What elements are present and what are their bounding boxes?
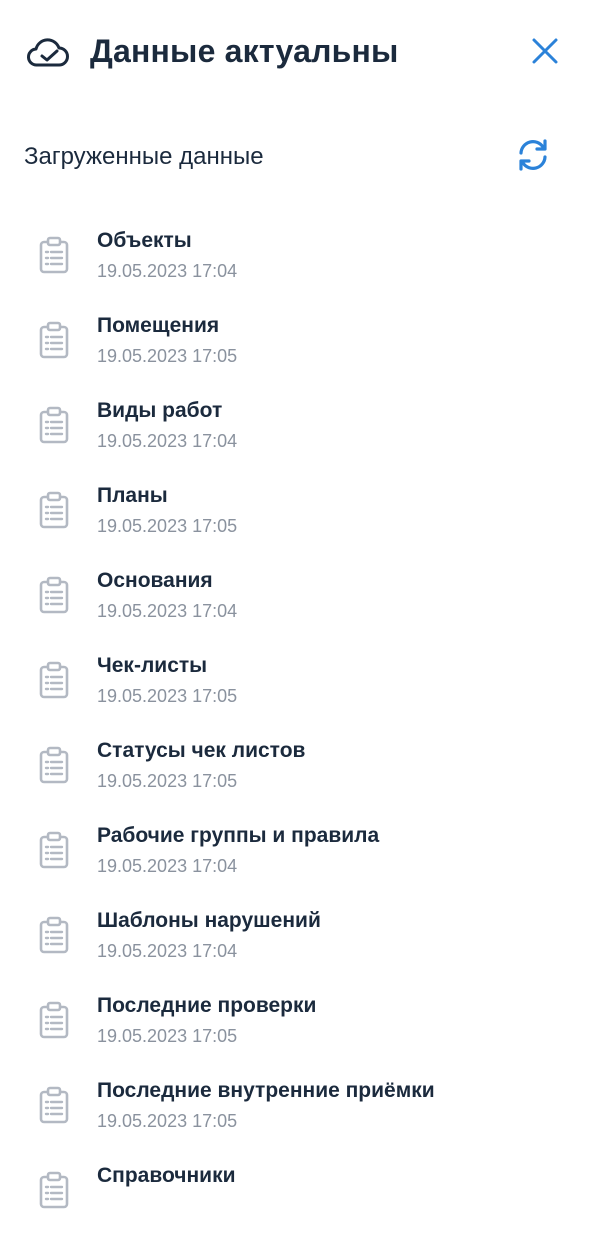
list-item-name: Последние проверки <box>97 994 317 1017</box>
page-title: Данные актуальны <box>90 33 399 69</box>
header: Данные актуальны <box>0 0 591 108</box>
clipboard-icon <box>39 406 69 444</box>
list-item-name: Помещения <box>97 314 220 337</box>
clipboard-icon <box>39 746 69 784</box>
list-item[interactable]: Шаблоны нарушений 19.05.2023 17:04 <box>0 894 591 979</box>
list-item[interactable]: Помещения 19.05.2023 17:05 <box>0 299 591 384</box>
cloud-check-icon <box>27 38 69 67</box>
refresh-icon[interactable] <box>514 136 552 174</box>
list-item-name: Шаблоны нарушений <box>97 909 321 932</box>
clipboard-icon <box>39 236 69 274</box>
clipboard-icon <box>39 491 69 529</box>
list-item[interactable]: Чек-листы 19.05.2023 17:05 <box>0 639 591 724</box>
list-item[interactable]: Последние внутренние приёмки 19.05.2023 … <box>0 1064 591 1149</box>
list-item-date: 19.05.2023 17:04 <box>97 601 238 621</box>
list-item-date: 19.05.2023 17:04 <box>97 941 238 961</box>
list-item-name: Чек-листы <box>97 654 208 677</box>
list-item-date: 19.05.2023 17:05 <box>97 686 238 706</box>
list-item-name: Планы <box>97 484 168 507</box>
list-item-name: Справочники <box>97 1164 236 1187</box>
list-item-date: 19.05.2023 17:04 <box>97 431 238 451</box>
clipboard-icon <box>39 576 69 614</box>
list-item-name: Виды работ <box>97 399 223 422</box>
list-item-date: 19.05.2023 17:05 <box>97 516 238 536</box>
list-item-name: Последние внутренние приёмки <box>97 1079 435 1102</box>
list-item[interactable]: Основания 19.05.2023 17:04 <box>0 554 591 639</box>
clipboard-icon <box>39 831 69 869</box>
close-icon[interactable] <box>527 33 563 69</box>
list-item-date: 19.05.2023 17:05 <box>97 346 238 366</box>
list-item-name: Статусы чек листов <box>97 739 306 762</box>
clipboard-icon <box>39 1171 69 1209</box>
list-item[interactable]: Виды работ 19.05.2023 17:04 <box>0 384 591 469</box>
clipboard-icon <box>39 1001 69 1039</box>
list-item-date: 19.05.2023 17:05 <box>97 1026 238 1046</box>
list-item[interactable]: Справочники <box>0 1149 591 1234</box>
list-item-name: Рабочие группы и правила <box>97 824 380 847</box>
clipboard-icon <box>39 916 69 954</box>
list-item-date: 19.05.2023 17:04 <box>97 261 238 281</box>
clipboard-icon <box>39 321 69 359</box>
clipboard-icon <box>39 661 69 699</box>
section-title: Загруженные данные <box>24 143 264 170</box>
list-item[interactable]: Статусы чек листов 19.05.2023 17:05 <box>0 724 591 809</box>
list-item-name: Основания <box>97 569 213 592</box>
clipboard-icon <box>39 1086 69 1124</box>
list-item-date: 19.05.2023 17:04 <box>97 856 238 876</box>
list-item-name: Объекты <box>97 229 192 252</box>
list-item-date: 19.05.2023 17:05 <box>97 1111 238 1131</box>
loaded-data-list: Объекты 19.05.2023 17:04 Помещения 19.05… <box>0 214 591 1234</box>
list-item-date: 19.05.2023 17:05 <box>97 771 238 791</box>
list-item[interactable]: Рабочие группы и правила 19.05.2023 17:0… <box>0 809 591 894</box>
list-item[interactable]: Последние проверки 19.05.2023 17:05 <box>0 979 591 1064</box>
list-item[interactable]: Объекты 19.05.2023 17:04 <box>0 214 591 299</box>
list-item[interactable]: Планы 19.05.2023 17:05 <box>0 469 591 554</box>
